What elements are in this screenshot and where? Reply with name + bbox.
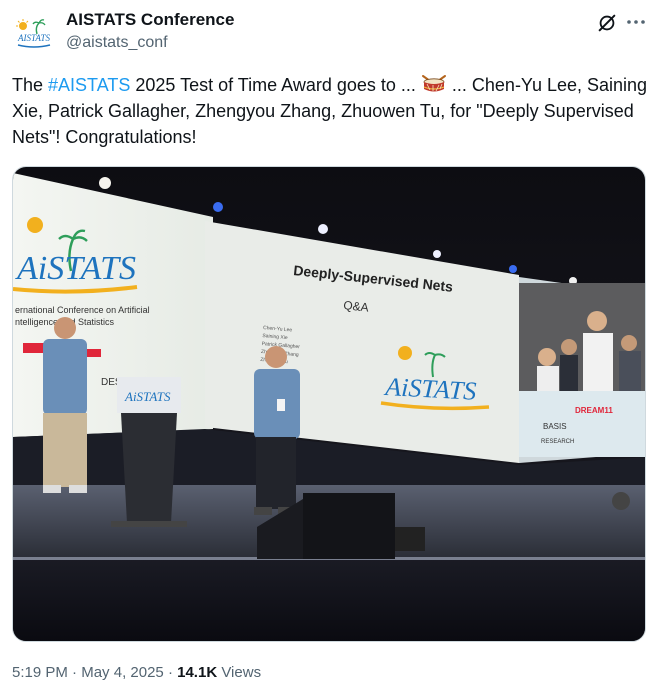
meta-separator-2: · [163, 664, 178, 681]
drum-emoji-icon [421, 74, 447, 94]
post-date[interactable]: May 4, 2025 [81, 664, 164, 681]
slide-logo-text: AiSTATS [383, 372, 477, 406]
left-banner-logo-text: AiSTATS [15, 250, 136, 287]
tweet-meta: 5:19 PM · May 4, 2025 · 14.1K Views [12, 664, 261, 681]
post-text-mid: 2025 Test of Time Award goes to ... [130, 75, 421, 95]
post-text: The #AISTATS 2025 Test of Time Award goe… [12, 72, 648, 150]
podium-logo-text: AiSTATS [124, 389, 171, 404]
grok-icon[interactable] [596, 12, 618, 34]
slide-subtitle: Q&A [343, 298, 370, 315]
right-sponsor-2: BASIS [543, 422, 567, 431]
right-sponsor-3: RESEARCH [541, 439, 574, 445]
post-time[interactable]: 5:19 PM [12, 664, 68, 681]
stage-photo: AiSTATS ernational Conference on Artific… [13, 167, 645, 641]
meta-separator-1: · [67, 664, 82, 681]
author-name[interactable]: AISTATS Conference [66, 10, 234, 30]
avatar[interactable]: AISTATS [12, 14, 56, 58]
post-text-before: The [12, 75, 49, 95]
post-photo[interactable]: AiSTATS ernational Conference on Artific… [12, 166, 646, 642]
views-count: 14.1K [177, 664, 218, 681]
more-options-icon[interactable] [624, 10, 648, 34]
avatar-logo-text: AISTATS [17, 33, 51, 43]
presenter-left [43, 317, 87, 493]
right-sponsor-1: DREAM11 [575, 406, 613, 415]
left-banner-line1: ernational Conference on Artificial [15, 305, 150, 315]
views-label: Views [217, 664, 262, 681]
author-handle[interactable]: @aistats_conf [66, 34, 168, 52]
hashtag-link[interactable]: #AISTATS [48, 75, 130, 95]
presenter-center [254, 346, 300, 515]
tweet-header: AISTATS AISTATS Conference @aistats_conf [0, 0, 660, 66]
